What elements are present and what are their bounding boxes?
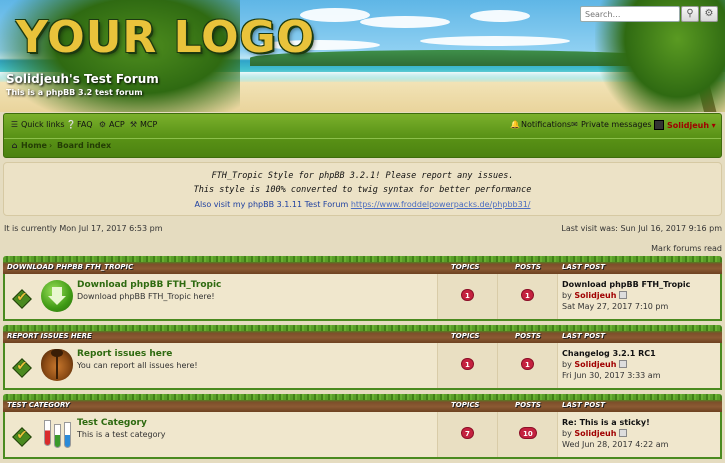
site-description: This is a phpBB 3.2 test forum bbox=[6, 88, 143, 97]
breadcrumb-home[interactable]: ⌂ Home bbox=[10, 141, 47, 150]
forum-row: ✔ Test Category This is a test category … bbox=[3, 412, 722, 459]
category-title[interactable]: TEST CATEGORY bbox=[7, 401, 70, 409]
forum-description: This is a test category bbox=[77, 430, 166, 439]
author-link[interactable]: Solidjeuh bbox=[574, 429, 616, 438]
gavel-icon: ⚒ bbox=[129, 120, 138, 129]
test-tubes-icon bbox=[41, 418, 73, 450]
breadcrumb-board-index[interactable]: Board index bbox=[57, 141, 111, 150]
last-post-header: LAST POST bbox=[562, 332, 606, 340]
last-post-header: LAST POST bbox=[562, 401, 606, 409]
site-title[interactable]: Solidjeuh's Test Forum bbox=[6, 72, 159, 86]
avatar bbox=[654, 120, 664, 130]
search-icon: ⚲ bbox=[686, 8, 694, 19]
forum-read-icon: ✔ bbox=[11, 357, 33, 379]
last-post-by: by Solidjeuh bbox=[562, 291, 628, 300]
forum-description: Download phpBB FTH_Tropic here! bbox=[77, 292, 215, 301]
posts-count: 1 bbox=[521, 358, 534, 370]
caret-down-icon: ▾ bbox=[711, 121, 716, 130]
posts-count: 10 bbox=[519, 427, 537, 439]
inbox-icon: ✉ bbox=[571, 120, 578, 129]
announcement-line-1: FTH_Tropic Style for phpBB 3.2.1! Please… bbox=[211, 171, 514, 181]
home-icon: ⌂ bbox=[11, 141, 18, 150]
last-post-time: Sat May 27, 2017 7:10 pm bbox=[562, 302, 669, 311]
breadcrumb-separator: › bbox=[49, 141, 53, 150]
topics-count: 7 bbox=[461, 427, 474, 439]
topics-header: TOPICS bbox=[451, 332, 480, 340]
announcement-line-3: Also visit my phpBB 3.1.11 Test Forum ht… bbox=[194, 200, 531, 209]
gear-icon: ⚙ bbox=[704, 8, 714, 19]
bug-icon bbox=[41, 349, 73, 381]
forum-description: You can report all issues here! bbox=[77, 361, 198, 370]
navbar: ☰ Quick links ❔FAQ ⚙ ACP ⚒ MCP 🔔Notificatio… bbox=[3, 113, 722, 158]
posts-header: POSTS bbox=[515, 401, 541, 409]
author-link[interactable]: Solidjeuh bbox=[574, 291, 616, 300]
question-icon: ❔ bbox=[66, 120, 76, 129]
user-menu[interactable]: Solidjeuh ▾ bbox=[654, 120, 716, 130]
view-latest-post-icon[interactable] bbox=[619, 429, 628, 437]
last-post-title-link[interactable]: Changelog 3.2.1 RC1 bbox=[562, 349, 656, 358]
last-post-header: LAST POST bbox=[562, 263, 606, 271]
last-post-by: by Solidjeuh bbox=[562, 429, 628, 438]
bell-icon: 🔔 bbox=[510, 120, 520, 129]
forum-row: ✔ Report issues here You can report all … bbox=[3, 343, 722, 390]
announcement-box: FTH_Tropic Style for phpBB 3.2.1! Please… bbox=[3, 162, 722, 216]
category-block: REPORT ISSUES HERE TOPICS POSTS LAST POS… bbox=[3, 325, 722, 390]
announcement-line-2: This style is 100% converted to twig syn… bbox=[193, 185, 532, 195]
download-icon bbox=[41, 280, 73, 312]
category-block: DOWNLOAD PHPBB FTH_TROPIC TOPICS POSTS L… bbox=[3, 256, 722, 321]
category-header: REPORT ISSUES HERE TOPICS POSTS LAST POS… bbox=[3, 325, 722, 343]
category-title[interactable]: DOWNLOAD PHPBB FTH_TROPIC bbox=[7, 263, 133, 271]
mark-forums-read-link[interactable]: Mark forums read bbox=[651, 244, 722, 253]
private-messages-link[interactable]: ✉ Private messages bbox=[570, 120, 651, 129]
posts-header: POSTS bbox=[515, 332, 541, 340]
topics-header: TOPICS bbox=[451, 263, 480, 271]
bars-icon: ☰ bbox=[10, 120, 19, 129]
topics-header: TOPICS bbox=[451, 401, 480, 409]
site-logo[interactable]: YOUR LOGO bbox=[16, 12, 315, 63]
topics-count: 1 bbox=[461, 289, 474, 301]
last-post-by: by Solidjeuh bbox=[562, 360, 628, 369]
faq-link[interactable]: ❔FAQ bbox=[66, 120, 93, 129]
last-post-title-link[interactable]: Re: This is a sticky! bbox=[562, 418, 650, 427]
current-time: It is currently Mon Jul 17, 2017 6:53 pm bbox=[4, 224, 163, 233]
acp-link[interactable]: ⚙ ACP bbox=[98, 120, 125, 129]
test-forum-link[interactable]: https://www.froddelpowerpacks.de/phpbb31… bbox=[351, 200, 531, 209]
view-latest-post-icon[interactable] bbox=[619, 360, 628, 368]
search-input[interactable] bbox=[580, 6, 680, 22]
search-box: ⚲ ⚙ bbox=[580, 6, 720, 22]
forum-read-icon: ✔ bbox=[11, 426, 33, 448]
mcp-link[interactable]: ⚒ MCP bbox=[129, 120, 157, 129]
last-visit: Last visit was: Sun Jul 16, 2017 9:16 pm bbox=[561, 224, 722, 233]
view-latest-post-icon[interactable] bbox=[619, 291, 628, 299]
last-post-title-link[interactable]: Download phpBB FTH_Tropic bbox=[562, 280, 690, 289]
notifications-link[interactable]: 🔔Notifications bbox=[510, 120, 571, 129]
posts-count: 1 bbox=[521, 289, 534, 301]
header-banner: YOUR LOGO Solidjeuh's Test Forum This is… bbox=[0, 0, 725, 112]
forum-row: ✔ Download phpBB FTH_Tropic Download php… bbox=[3, 274, 722, 321]
category-block: TEST CATEGORY TOPICS POSTS LAST POST ✔ T… bbox=[3, 394, 722, 459]
gears-icon: ⚙ bbox=[98, 120, 107, 129]
last-post-time: Wed Jun 28, 2017 4:22 am bbox=[562, 440, 669, 449]
advanced-search-button[interactable]: ⚙ bbox=[700, 6, 718, 22]
forum-read-icon: ✔ bbox=[11, 288, 33, 310]
category-header: DOWNLOAD PHPBB FTH_TROPIC TOPICS POSTS L… bbox=[3, 256, 722, 274]
last-post-time: Fri Jun 30, 2017 3:33 am bbox=[562, 371, 661, 380]
category-title[interactable]: REPORT ISSUES HERE bbox=[7, 332, 92, 340]
forum-title-link[interactable]: Test Category bbox=[77, 418, 147, 428]
posts-header: POSTS bbox=[515, 263, 541, 271]
forum-title-link[interactable]: Download phpBB FTH_Tropic bbox=[77, 280, 221, 290]
forum-title-link[interactable]: Report issues here bbox=[77, 349, 172, 359]
quick-links-menu[interactable]: ☰ Quick links bbox=[10, 120, 65, 129]
search-button[interactable]: ⚲ bbox=[681, 6, 699, 22]
author-link[interactable]: Solidjeuh bbox=[574, 360, 616, 369]
category-header: TEST CATEGORY TOPICS POSTS LAST POST bbox=[3, 394, 722, 412]
topics-count: 1 bbox=[461, 358, 474, 370]
